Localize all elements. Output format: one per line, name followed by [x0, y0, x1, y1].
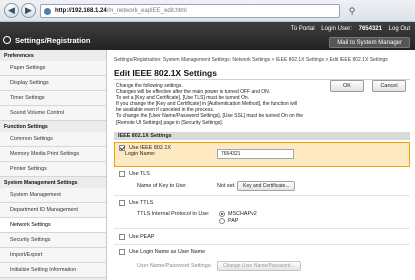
url-host: http://192.168.1.24: [55, 8, 107, 14]
sidebar-item-display-settings[interactable]: Display Settings: [0, 76, 106, 91]
login-user-value: 7654321: [358, 26, 382, 32]
key-and-certificate-button[interactable]: Key and Certificate...: [237, 181, 296, 191]
cancel-button[interactable]: Cancel: [372, 80, 406, 92]
row-divider: [114, 195, 410, 196]
title-divider: [114, 79, 410, 80]
mschapv2-label: MSCHAPv2: [228, 211, 257, 217]
sidebar-item-initialize[interactable]: Initialize Setting Information: [0, 263, 106, 278]
address-bar[interactable]: http://192.168.1.24/m_network_eapIEE_edi…: [40, 4, 340, 18]
use-peap-checkbox[interactable]: [119, 234, 125, 240]
use-peap-label: Use PEAP: [129, 234, 155, 240]
note-line: [Remote UI Settings] page in [Security S…: [116, 119, 223, 126]
row-divider: [114, 228, 410, 229]
search-icon[interactable]: ⚲: [345, 4, 359, 18]
log-out-link[interactable]: Log Out: [389, 26, 410, 32]
pap-radio[interactable]: [219, 218, 225, 224]
use-tls-checkbox[interactable]: [119, 171, 125, 177]
sidebar-section-functions: Function Settings: [4, 124, 48, 130]
sidebar-item-department-id[interactable]: Department ID Management: [0, 203, 106, 218]
sidebar-item-memory-media-print[interactable]: Memory Media Print Settings: [0, 147, 106, 162]
row-divider: [114, 244, 410, 245]
use-tls-label: Use TLS: [129, 171, 150, 177]
to-portal-link[interactable]: To Portal: [291, 26, 315, 32]
change-user-pass-button[interactable]: Change User Name/Password...: [217, 261, 301, 271]
login-user-label: Login User:: [321, 26, 352, 32]
header-user-area: To Portal Login User: 7654321 Log Out: [286, 26, 410, 32]
app-title: Settings/Registration: [15, 36, 91, 45]
use-ttls-checkbox[interactable]: [119, 200, 125, 206]
note-line: To change the [User Name/Password Settin…: [116, 113, 304, 120]
sidebar-item-network-settings[interactable]: Network Settings: [0, 218, 106, 233]
pap-label: PAP: [228, 218, 239, 224]
sidebar-item-printer-settings[interactable]: Printer Settings: [0, 162, 106, 177]
ieee-panel-header: IEEE 802.1X Settings: [114, 132, 410, 140]
user-pass-settings-label: User Name/Password Settings:: [137, 263, 212, 269]
sidebar: Preferences Paper Settings Display Setti…: [0, 50, 107, 280]
sidebar-section-system: System Management Settings: [4, 180, 78, 186]
key-to-use-label: Name of Key to Use:: [137, 183, 187, 189]
breadcrumb: Settings/Registration: System Management…: [114, 57, 388, 63]
sidebar-item-timer-settings[interactable]: Timer Settings: [0, 91, 106, 106]
globe-icon: [44, 8, 51, 15]
mschapv2-radio[interactable]: [219, 211, 225, 217]
back-icon[interactable]: ◀: [4, 3, 19, 18]
use-ttls-label: Use TTLS: [129, 200, 154, 206]
sidebar-item-system-management[interactable]: System Management: [0, 188, 106, 203]
key-to-use-value: Not set.: [217, 183, 236, 189]
main-content: Settings/Registration: System Management…: [107, 50, 415, 280]
sidebar-item-security-settings[interactable]: Security Settings: [0, 233, 106, 248]
forward-icon[interactable]: ▶: [21, 3, 36, 18]
settings-icon: [3, 36, 11, 44]
instructions: Change the following settings. Changes w…: [116, 83, 328, 126]
sidebar-item-paper-settings[interactable]: Paper Settings: [0, 61, 106, 76]
sidebar-item-common-settings[interactable]: Common Settings: [0, 132, 106, 147]
browser-toolbar: ◀ ▶ http://192.168.1.24/m_network_eapIEE…: [0, 0, 415, 22]
ok-button[interactable]: OK: [330, 80, 364, 92]
login-name-label: Login Name:: [125, 151, 156, 157]
page: ◀ ▶ http://192.168.1.24/m_network_eapIEE…: [0, 0, 415, 280]
use-login-as-user-label: Use Login Name as User Name: [129, 249, 206, 255]
sidebar-item-import-export[interactable]: Import/Export: [0, 248, 106, 263]
login-name-input[interactable]: 7654321: [217, 149, 294, 159]
page-title: Edit IEEE 802.1X Settings: [114, 68, 217, 78]
ttls-protocol-label: TTLS Internal Protocol to Use:: [137, 211, 210, 217]
sidebar-item-sound-volume[interactable]: Sound Volume Control: [0, 106, 106, 121]
sidebar-section-preferences: Preferences: [4, 53, 34, 59]
use-login-as-user-checkbox[interactable]: [119, 249, 125, 255]
url-path: /m_network_eapIEE_edit.html: [106, 8, 187, 14]
mail-to-system-manager-button[interactable]: Mail to System Manager: [329, 37, 410, 48]
